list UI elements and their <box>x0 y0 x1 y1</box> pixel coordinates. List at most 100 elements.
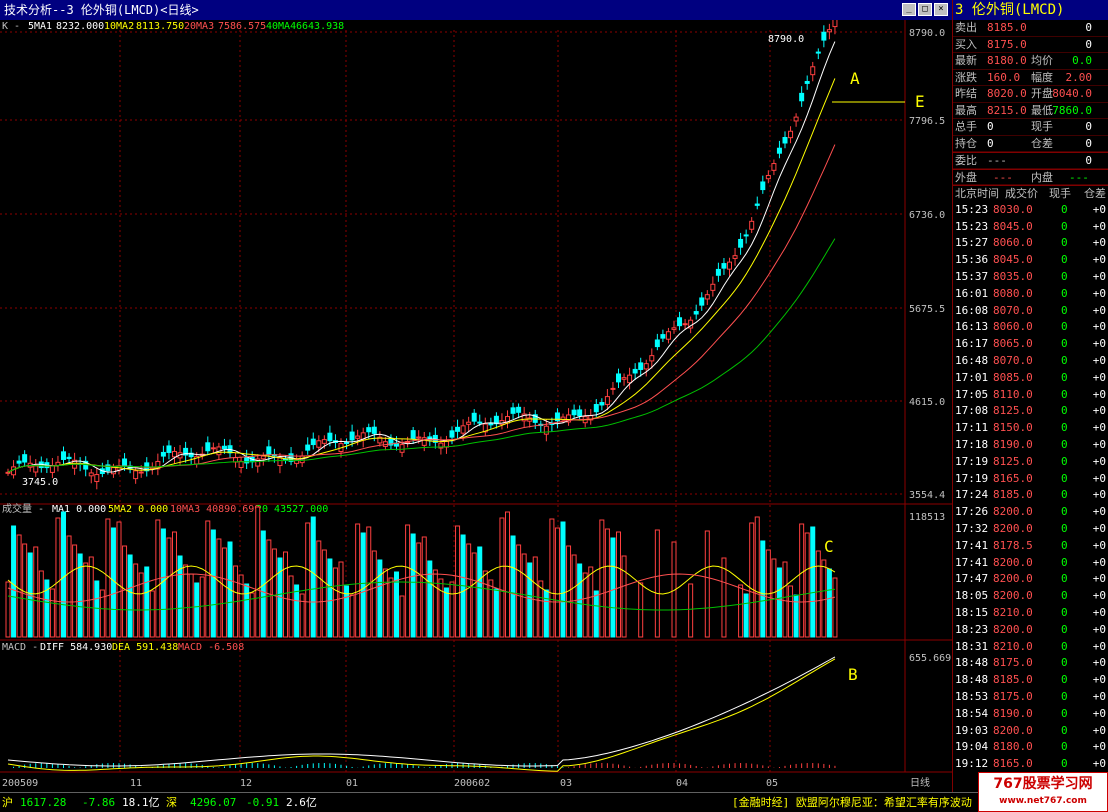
trade-row[interactable]: 17:41 8200.0 0 +0 <box>953 555 1108 572</box>
trade-row[interactable]: 17:41 8178.5 0 +0 <box>953 538 1108 555</box>
volume-bar <box>821 559 827 638</box>
candle-body <box>22 454 28 463</box>
candle-body <box>477 421 483 424</box>
trade-oi-change: +0 <box>1092 706 1106 720</box>
trade-price: 8080.0 <box>993 286 1033 300</box>
volume-bar <box>788 585 794 638</box>
volume-bar <box>288 575 294 638</box>
price-tick-6: 3554.4 <box>909 490 945 501</box>
trade-time: 17:32 <box>955 521 989 535</box>
trade-oi-change: +0 <box>1092 286 1106 300</box>
waipan-label: 外盘 <box>955 170 977 184</box>
trade-row[interactable]: 19:12 8165.0 0 +0 <box>953 756 1108 773</box>
trade-volume: 0 <box>1061 454 1068 468</box>
close-icon[interactable]: × <box>934 3 948 16</box>
trade-row[interactable]: 16:01 8080.0 0 +0 <box>953 286 1108 303</box>
volume-bar <box>349 594 355 638</box>
trade-row[interactable]: 15:27 8060.0 0 +0 <box>953 235 1108 252</box>
vol-legend-name: 成交量 - <box>2 502 44 515</box>
candle-body <box>366 427 372 433</box>
trade-row[interactable]: 18:23 8200.0 0 +0 <box>953 622 1108 639</box>
trade-row[interactable]: 15:36 8045.0 0 +0 <box>953 252 1108 269</box>
volume-bar <box>604 528 610 638</box>
trade-row[interactable]: 17:01 8085.0 0 +0 <box>953 370 1108 387</box>
legend-ma1-value: 8232.000 <box>56 21 104 32</box>
trade-price: 8110.0 <box>993 387 1033 401</box>
trade-row[interactable]: 18:48 8175.0 0 +0 <box>953 655 1108 672</box>
trade-row[interactable]: 18:54 8190.0 0 +0 <box>953 706 1108 723</box>
trade-row[interactable]: 16:13 8060.0 0 +0 <box>953 319 1108 336</box>
trade-time: 16:13 <box>955 320 989 334</box>
trade-row[interactable]: 16:17 8065.0 0 +0 <box>953 336 1108 353</box>
vol-legend-ma4: 20 43527.000 <box>256 504 328 515</box>
trade-time: 17:11 <box>955 421 989 435</box>
trade-row[interactable]: 18:05 8200.0 0 +0 <box>953 588 1108 605</box>
trade-time: 17:47 <box>955 572 989 586</box>
candle-body <box>721 263 727 269</box>
trade-row[interactable]: 18:53 8175.0 0 +0 <box>953 689 1108 706</box>
date-tick-4: 200602 <box>454 778 490 789</box>
trade-list[interactable]: 15:23 8030.0 0 +0 15:23 8045.0 0 +0 15:27 8060.0 0… <box>953 202 1108 773</box>
trade-row[interactable]: 17:32 8200.0 0 +0 <box>953 521 1108 538</box>
candle-body <box>638 362 644 370</box>
volume-bar <box>438 578 444 638</box>
volume-bar <box>127 554 133 638</box>
candle-body <box>699 297 705 306</box>
candle-body <box>166 445 172 453</box>
trade-row[interactable]: 18:48 8185.0 0 +0 <box>953 672 1108 689</box>
trade-row[interactable]: 17:05 8110.0 0 +0 <box>953 387 1108 404</box>
trade-time: 17:19 <box>955 454 989 468</box>
trade-row[interactable]: 17:24 8185.0 0 +0 <box>953 487 1108 504</box>
waipan-row: 外盘 --- 内盘 --- <box>953 168 1108 185</box>
trade-time: 17:08 <box>955 404 989 418</box>
volume-bar <box>488 579 494 638</box>
trade-row[interactable]: 16:48 8070.0 0 +0 <box>953 353 1108 370</box>
trade-time: 17:41 <box>955 555 989 569</box>
candle-body <box>627 374 633 384</box>
trade-row[interactable]: 16:08 8070.0 0 +0 <box>953 303 1108 320</box>
trade-row[interactable]: 17:11 8150.0 0 +0 <box>953 420 1108 437</box>
trade-row[interactable]: 15:23 8045.0 0 +0 <box>953 219 1108 236</box>
trade-time: 18:48 <box>955 656 989 670</box>
volume-bar <box>804 532 810 638</box>
trade-row[interactable]: 17:47 8200.0 0 +0 <box>953 571 1108 588</box>
quote-row: 卖出 8185.0 0 <box>953 20 1108 37</box>
trade-row[interactable]: 17:19 8125.0 0 +0 <box>953 454 1108 471</box>
trade-oi-change: +0 <box>1092 757 1106 771</box>
trade-row[interactable]: 17:26 8200.0 0 +0 <box>953 504 1108 521</box>
trade-volume: 0 <box>1061 320 1068 334</box>
trade-row[interactable]: 17:18 8190.0 0 +0 <box>953 437 1108 454</box>
volume-bar <box>199 576 205 638</box>
kline-chart[interactable]: K - 5MA1 8232.000 10MA2 8113.750 20MA3 7… <box>0 14 952 792</box>
candle-body <box>460 425 466 434</box>
news-ticker[interactable]: [金融时经] 欧盟阿尔穆尼亚：希望汇率有序波动 <box>732 793 972 812</box>
volume-bar <box>516 544 522 638</box>
minimize-icon[interactable]: _ <box>902 3 916 16</box>
restore-icon[interactable]: □ <box>918 3 932 16</box>
low-marker: 3745.0 <box>22 477 58 488</box>
trade-row[interactable]: 17:08 8125.0 0 +0 <box>953 403 1108 420</box>
trade-volume: 0 <box>1061 589 1068 603</box>
volume-bar <box>271 548 277 638</box>
volume-bar <box>482 570 488 638</box>
volume-bar <box>554 527 560 638</box>
trade-row[interactable]: 19:04 8180.0 0 +0 <box>953 739 1108 756</box>
volume-bar <box>621 555 627 638</box>
trade-row[interactable]: 15:37 8035.0 0 +0 <box>953 269 1108 286</box>
legend-ma2-value: 8113.750 <box>136 21 184 32</box>
period-label[interactable]: 日线 <box>910 776 930 789</box>
volume-bar <box>321 549 327 638</box>
trade-volume: 0 <box>1061 723 1068 737</box>
trade-oi-change: +0 <box>1092 303 1106 317</box>
chart-area[interactable]: K - 5MA1 8232.000 10MA2 8113.750 20MA3 7… <box>0 14 952 792</box>
candle-body <box>671 327 677 330</box>
trade-time: 15:23 <box>955 202 989 216</box>
trade-row[interactable]: 15:23 8030.0 0 +0 <box>953 202 1108 219</box>
trade-row[interactable]: 18:15 8210.0 0 +0 <box>953 605 1108 622</box>
quote-row: 总手 0 现手 0 <box>953 119 1108 136</box>
candle-body <box>49 465 55 473</box>
trade-row[interactable]: 17:19 8165.0 0 +0 <box>953 471 1108 488</box>
trade-price: 8200.0 <box>993 622 1033 636</box>
trade-row[interactable]: 19:03 8200.0 0 +0 <box>953 723 1108 740</box>
trade-row[interactable]: 18:31 8210.0 0 +0 <box>953 639 1108 656</box>
